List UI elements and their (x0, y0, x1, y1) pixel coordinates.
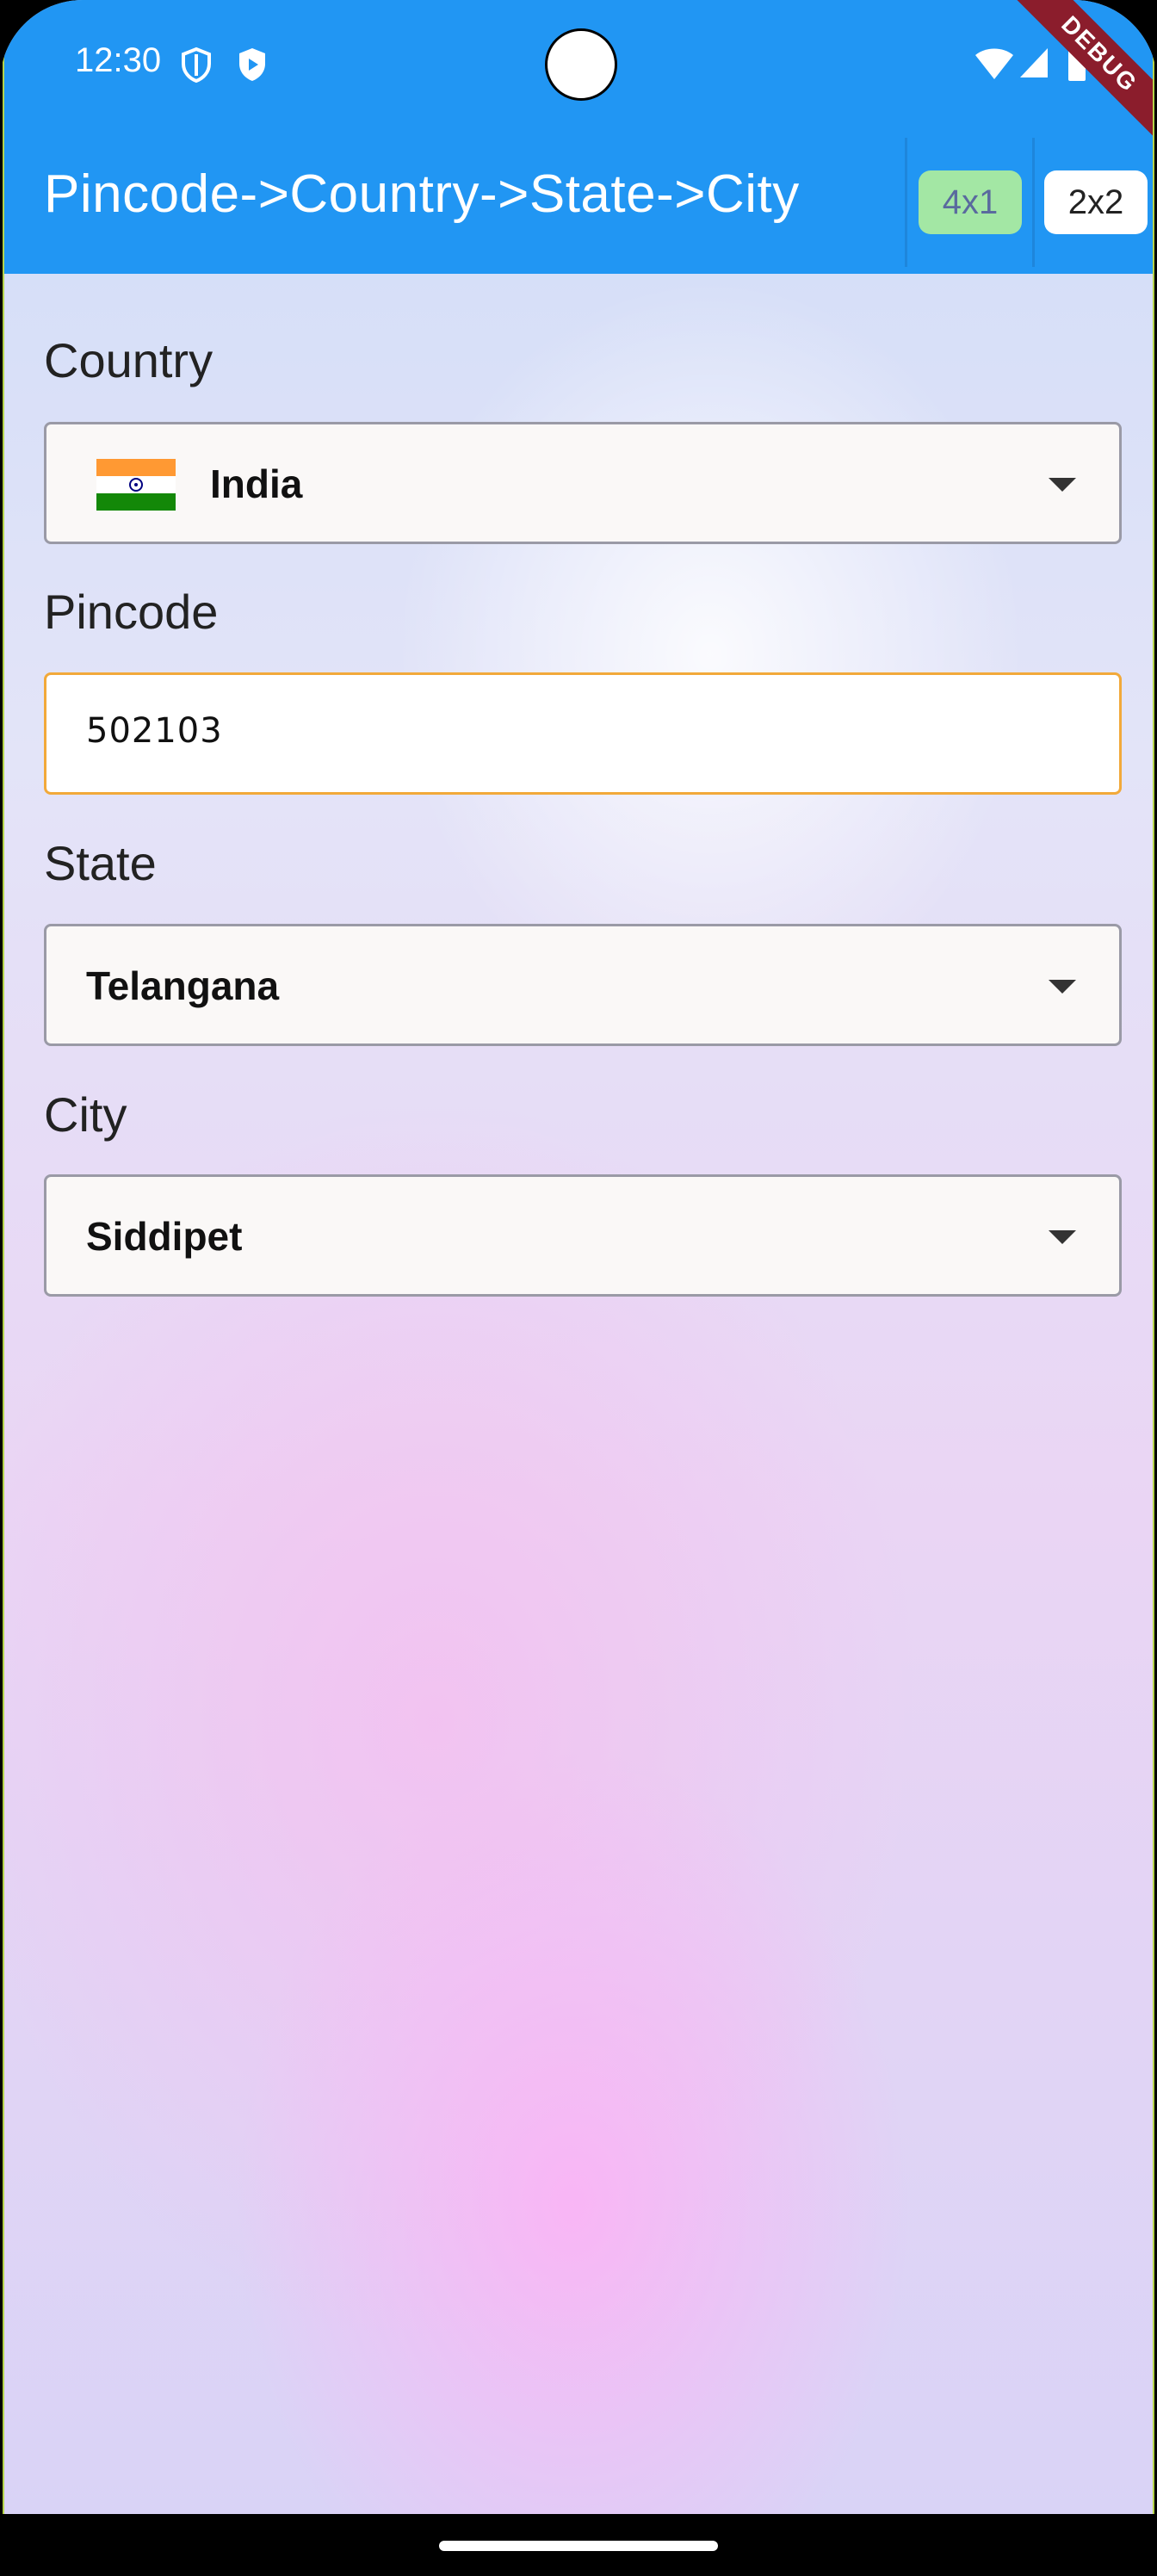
play-shield-icon (239, 48, 265, 81)
city-dropdown[interactable]: Siddipet (44, 1174, 1122, 1297)
phone-frame: 12:30 DEBUG Pincode->Country->State->Cit… (0, 0, 1157, 2576)
app-screen: 12:30 DEBUG Pincode->Country->State->Cit… (3, 0, 1154, 2514)
pincode-input[interactable]: 502103 (44, 672, 1122, 795)
city-value: Siddipet (86, 1214, 243, 1259)
chevron-down-icon (1049, 980, 1076, 994)
country-label: Country (44, 333, 213, 387)
india-flag-icon (96, 459, 176, 511)
wifi-icon (975, 48, 1013, 79)
chevron-down-icon (1049, 478, 1076, 492)
layout-4x1-button[interactable]: 4x1 (919, 170, 1022, 234)
city-label: City (44, 1087, 127, 1142)
camera-cutout (545, 28, 617, 101)
pincode-value: 502103 (86, 711, 223, 751)
layout-2x2-button[interactable]: 2x2 (1044, 170, 1148, 234)
state-value: Telangana (86, 963, 280, 1008)
country-value: India (210, 461, 303, 506)
app-bar: 12:30 DEBUG Pincode->Country->State->Cit… (4, 0, 1153, 274)
page-title: Pincode->Country->State->City (44, 164, 800, 224)
country-dropdown[interactable]: India (44, 422, 1122, 544)
state-dropdown[interactable]: Telangana (44, 924, 1122, 1046)
state-label: State (44, 836, 157, 890)
signal-icon (1020, 48, 1048, 77)
status-time: 12:30 (75, 41, 162, 79)
chevron-down-icon (1049, 1230, 1076, 1244)
home-indicator[interactable] (439, 2541, 718, 2551)
toggle-divider (1032, 138, 1035, 267)
pincode-label: Pincode (44, 585, 219, 639)
shield-icon (182, 46, 211, 83)
